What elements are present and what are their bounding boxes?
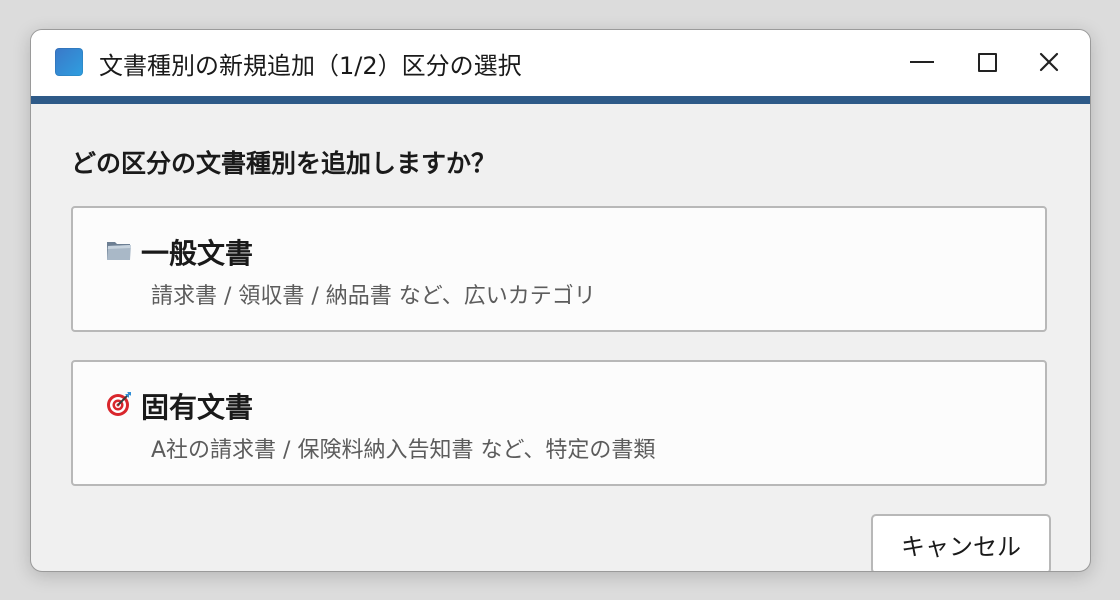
dialog-question: どの区分の文書種別を追加しますか？ <box>71 149 497 178</box>
option-title: 一般文書 <box>141 237 254 270</box>
folder-icon <box>107 242 131 260</box>
option-specific-documents[interactable]: 固有文書 A社の請求書 / 保険料納入告知書 など、特定の書類 <box>71 360 1047 486</box>
minimize-icon <box>910 61 934 63</box>
cancel-button[interactable]: キャンセル <box>871 514 1051 571</box>
minimize-button[interactable] <box>897 40 947 84</box>
option-description: 請求書 / 領収書 / 納品書 など、広いカテゴリ <box>151 284 596 309</box>
accent-bar <box>31 96 1090 104</box>
maximize-button[interactable] <box>962 40 1012 84</box>
maximize-icon <box>977 52 997 72</box>
close-button[interactable] <box>1024 40 1074 84</box>
target-icon <box>107 392 131 416</box>
title-bar[interactable]: 文書種別の新規追加（1/2）区分の選択 <box>31 30 1090 97</box>
option-title: 固有文書 <box>141 391 254 424</box>
window-title: 文書種別の新規追加（1/2）区分の選択 <box>99 52 522 80</box>
app-icon <box>55 48 83 76</box>
close-icon <box>1039 52 1059 72</box>
option-general-documents[interactable]: 一般文書 請求書 / 領収書 / 納品書 など、広いカテゴリ <box>71 206 1047 332</box>
option-description: A社の請求書 / 保険料納入告知書 など、特定の書類 <box>151 438 656 463</box>
dialog-window: 文書種別の新規追加（1/2）区分の選択 どの区分の文書種別を追加しますか？ 一般… <box>30 29 1091 572</box>
